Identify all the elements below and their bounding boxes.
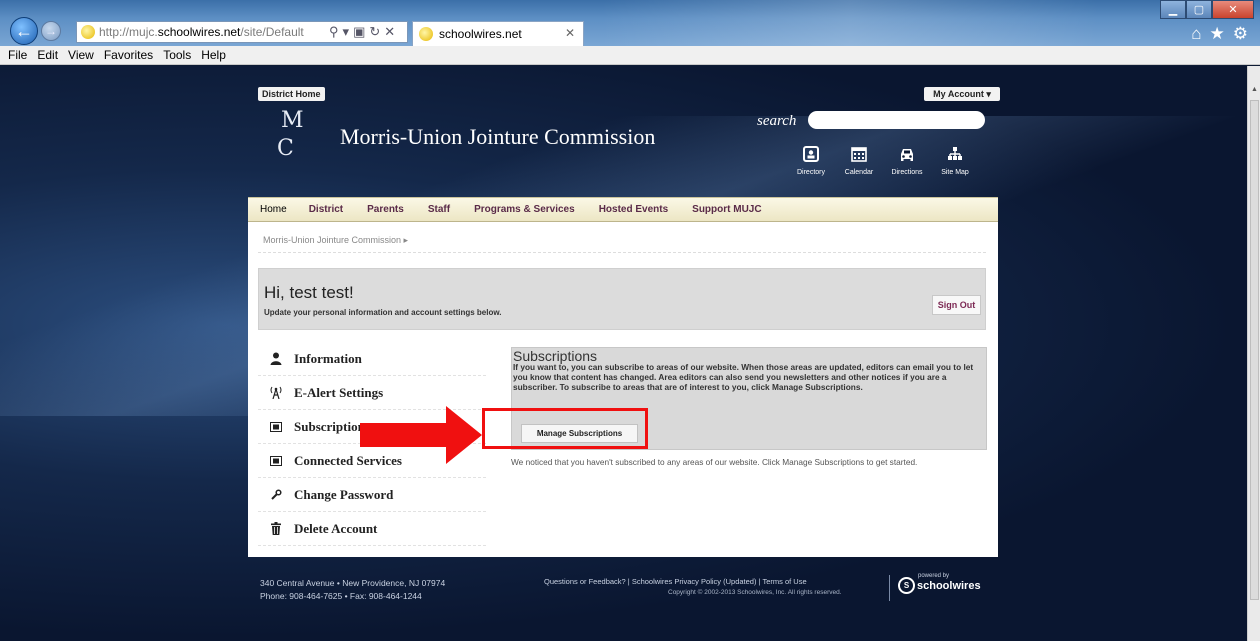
nav-parents[interactable]: Parents [367, 204, 404, 215]
directory-icon [793, 143, 829, 165]
menu-bar: File Edit View Favorites Tools Help [0, 46, 1260, 65]
footer-address: 340 Central Avenue • New Providence, NJ … [260, 578, 446, 601]
browser-titlebar: ← → http://mujc.schoolwires.net/site/Def… [0, 0, 1260, 46]
nav-home[interactable]: Home [260, 204, 287, 215]
vertical-scrollbar[interactable]: ▲ [1247, 66, 1260, 641]
tab-title: schoolwires.net [439, 27, 522, 41]
menu-tools[interactable]: Tools [163, 48, 191, 62]
mujc-logo[interactable]: MC [277, 108, 325, 168]
back-button[interactable]: ← [10, 17, 38, 45]
browser-tab[interactable]: schoolwires.net ✕ [412, 21, 584, 46]
minimize-button[interactable]: ▁ [1160, 0, 1186, 19]
sign-out-button[interactable]: Sign Out [932, 295, 981, 315]
highlight-rectangle [482, 408, 648, 449]
footer-copyright: Copyright © 2002-2013 Schoolwires, Inc. … [668, 589, 842, 596]
home-icon[interactable]: ⌂ [1191, 24, 1201, 44]
search-input[interactable] [808, 111, 985, 129]
car-icon [889, 143, 925, 165]
quick-link-directions[interactable]: Directions [889, 143, 925, 176]
favorites-star-icon[interactable]: ★ [1210, 24, 1225, 44]
scroll-up-icon[interactable]: ▲ [1251, 86, 1258, 93]
subscriptions-icon [258, 421, 294, 432]
greeting-subtitle: Update your personal information and acc… [264, 308, 502, 317]
side-item-change-password[interactable]: Change Password [258, 478, 486, 512]
site-title: Morris-Union Jointure Commission [340, 124, 656, 149]
favicon-icon [81, 25, 95, 39]
site-footer: 340 Central Avenue • New Providence, NJ … [248, 557, 998, 641]
connected-services-icon [258, 455, 294, 466]
menu-edit[interactable]: Edit [37, 48, 58, 62]
subscriptions-notice: We noticed that you haven't subscribed t… [511, 457, 918, 467]
nav-programs-services[interactable]: Programs & Services [474, 204, 575, 215]
main-navigation: Home District Parents Staff Programs & S… [248, 197, 998, 222]
sitemap-icon [937, 143, 973, 165]
nav-district[interactable]: District [309, 204, 343, 215]
greeting-title: Hi, test test! [264, 283, 354, 302]
wrench-icon [258, 488, 294, 501]
account-content: Morris-Union Jointure Commission ▸ Hi, t… [248, 222, 998, 557]
compat-view-icon[interactable]: ▣ [353, 24, 365, 40]
menu-help[interactable]: Help [201, 48, 226, 62]
trash-icon [258, 522, 294, 535]
tab-close-icon[interactable]: ✕ [565, 26, 575, 40]
antenna-icon [258, 386, 294, 399]
quick-links: Directory Calendar Directions Site Map [793, 143, 973, 176]
person-icon [258, 352, 294, 365]
side-item-delete-account[interactable]: Delete Account [258, 512, 486, 546]
search-label: search [757, 113, 797, 129]
dropdown-icon[interactable]: ▾ [343, 24, 350, 40]
tools-gear-icon[interactable]: ⚙ [1233, 24, 1248, 44]
forward-button[interactable]: → [41, 21, 61, 41]
menu-view[interactable]: View [68, 48, 94, 62]
calendar-icon [841, 143, 877, 165]
address-bar[interactable]: http://mujc.schoolwires.net/site/Default… [76, 21, 408, 43]
close-window-button[interactable]: ✕ [1212, 0, 1254, 19]
schoolwires-logo[interactable]: S powered by schoolwires [898, 573, 981, 594]
search-icon[interactable]: ⚲ [329, 24, 339, 40]
maximize-button[interactable]: ▢ [1186, 0, 1212, 19]
address-text[interactable]: http://mujc.schoolwires.net/site/Default [99, 25, 325, 39]
breadcrumb[interactable]: Morris-Union Jointure Commission ▸ [263, 235, 408, 246]
my-account-menu[interactable]: My Account ▾ [924, 87, 1000, 101]
scrollbar-thumb[interactable] [1250, 100, 1259, 600]
footer-links[interactable]: Questions or Feedback? | Schoolwires Pri… [544, 577, 807, 586]
menu-favorites[interactable]: Favorites [104, 48, 153, 62]
menu-file[interactable]: File [8, 48, 27, 62]
tab-favicon-icon [419, 27, 433, 41]
quick-link-directory[interactable]: Directory [793, 143, 829, 176]
side-item-e-alert-settings[interactable]: E-Alert Settings [258, 376, 486, 410]
back-arrow-icon: ← [15, 20, 33, 41]
side-item-information[interactable]: Information [258, 342, 486, 376]
quick-link-site-map[interactable]: Site Map [937, 143, 973, 176]
greeting-panel: Hi, test test! Update your personal info… [258, 268, 986, 330]
stop-icon[interactable]: ✕ [384, 24, 395, 40]
refresh-icon[interactable]: ↻ [369, 24, 380, 40]
nav-staff[interactable]: Staff [428, 204, 450, 215]
quick-link-calendar[interactable]: Calendar [841, 143, 877, 176]
window-controls: ▁ ▢ ✕ [1160, 0, 1254, 19]
subscriptions-description: If you want to, you can subscribe to are… [513, 362, 974, 392]
red-arrow-icon [360, 406, 482, 464]
district-home-link[interactable]: District Home [258, 87, 325, 101]
nav-hosted-events[interactable]: Hosted Events [599, 204, 668, 215]
schoolwires-icon: S [898, 577, 915, 594]
forward-arrow-icon: → [45, 24, 57, 38]
nav-support-mujc[interactable]: Support MUJC [692, 204, 761, 215]
